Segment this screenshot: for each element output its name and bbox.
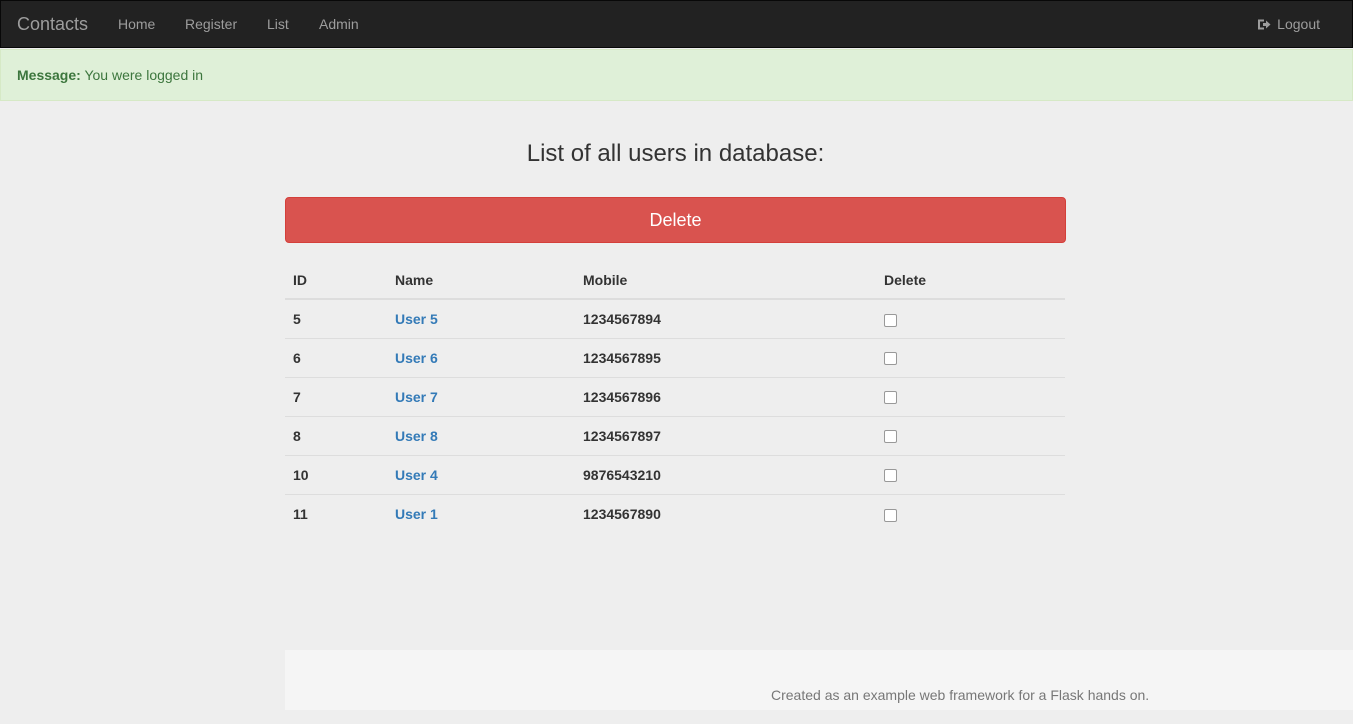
logout-icon (1258, 19, 1271, 30)
delete-checkbox[interactable] (884, 508, 897, 522)
column-header-mobile: Mobile (575, 262, 876, 300)
brand-link[interactable]: Contacts (17, 1, 88, 47)
flash-message-label: Message: (17, 67, 81, 83)
logout-label: Logout (1277, 16, 1320, 32)
user-mobile: 1234567890 (575, 493, 876, 533)
table-row: 11 User 1 1234567890 (285, 493, 1065, 533)
delete-button[interactable]: Delete (285, 197, 1066, 243)
navbar: Contacts Home Register List Admin Logout (0, 0, 1353, 48)
user-name-link[interactable]: User 4 (395, 467, 438, 483)
user-mobile: 1234567897 (575, 415, 876, 455)
column-header-delete: Delete (876, 262, 1065, 300)
user-id: 5 (293, 310, 301, 327)
nav-link-list[interactable]: List (267, 1, 289, 47)
user-id: 8 (285, 415, 387, 455)
page-title: List of all users in database: (526, 140, 825, 167)
footer: Created as an example web framework for … (285, 650, 1353, 710)
user-id: 11 (285, 493, 387, 533)
table-row: 6 User 6 1234567895 (285, 337, 1065, 377)
user-name-link[interactable]: User 5 (395, 311, 438, 327)
delete-checkbox[interactable] (884, 430, 897, 444)
user-name-link[interactable]: User 1 (395, 506, 438, 522)
user-id: 7 (285, 376, 387, 416)
footer-text: Created as an example web framework for … (771, 687, 1150, 703)
logout-link[interactable]: Logout (1257, 1, 1320, 47)
flash-message: Message: You were logged in (0, 49, 1353, 101)
nav-link-register[interactable]: Register (185, 1, 237, 47)
table-row: 7 User 7 1234567896 (285, 376, 1065, 416)
user-id: 10 (285, 454, 387, 494)
user-name-link[interactable]: User 8 (395, 428, 438, 444)
user-mobile: 1234567896 (575, 376, 876, 416)
delete-checkbox[interactable] (884, 469, 897, 483)
users-table: ID Name Mobile Delete 5 User 5 123456789… (285, 262, 1065, 533)
user-id: 6 (285, 337, 387, 377)
table-row: 5 User 5 1234567894 (285, 299, 1065, 338)
nav-link-admin[interactable]: Admin (319, 1, 359, 47)
column-header-id: ID (285, 262, 387, 300)
user-name-link[interactable]: User 6 (395, 350, 438, 366)
delete-checkbox[interactable] (884, 313, 897, 327)
user-mobile: 1234567894 (583, 310, 661, 327)
user-mobile: 9876543210 (575, 454, 876, 494)
flash-message-text: You were logged in (84, 67, 204, 83)
table-row: 8 User 8 1234567897 (285, 415, 1065, 455)
delete-checkbox[interactable] (884, 352, 897, 366)
user-name-link[interactable]: User 7 (395, 389, 438, 405)
table-header-row: ID Name Mobile Delete (285, 262, 1065, 300)
user-mobile: 1234567895 (575, 337, 876, 377)
table-row: 10 User 4 9876543210 (285, 454, 1065, 494)
column-header-name: Name (387, 262, 575, 300)
nav-link-home[interactable]: Home (118, 1, 155, 47)
delete-checkbox[interactable] (884, 391, 897, 405)
